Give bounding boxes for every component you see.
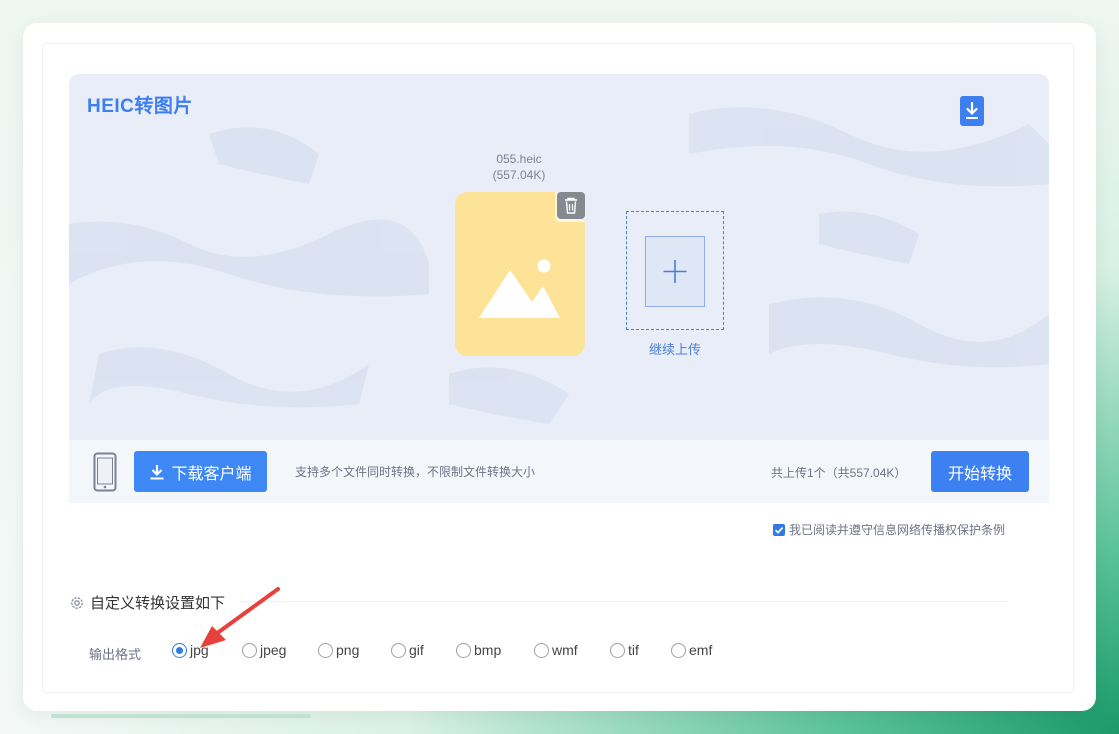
add-file-label[interactable]: 继续上传	[626, 339, 724, 358]
radio-jpg[interactable]	[172, 642, 187, 658]
radio-emf[interactable]	[671, 642, 686, 658]
phone-icon	[93, 452, 117, 492]
format-option-gif[interactable]: gif	[391, 642, 424, 658]
radio-png[interactable]	[318, 642, 333, 658]
add-file-button[interactable]	[626, 211, 724, 330]
download-icon	[150, 464, 164, 479]
agree-row: 我已阅读并遵守信息网络传播权保护条例	[773, 521, 1005, 538]
format-option-tif[interactable]: tif	[610, 642, 639, 658]
divider	[240, 601, 1007, 602]
action-bar: 下载客户端 支持多个文件同时转换，不限制文件转换大小 共上传1个（共557.04…	[69, 440, 1049, 503]
upload-area[interactable]: HEIC转图片 055.heic (557.04K) 继续上传	[69, 74, 1049, 440]
plus-icon	[663, 260, 687, 283]
file-name: 055.heic	[496, 152, 542, 166]
format-option-jpeg[interactable]: jpeg	[242, 642, 286, 658]
upload-count: 共上传1个（共557.04K）	[771, 466, 907, 480]
radio-tif[interactable]	[610, 642, 625, 658]
start-convert-button[interactable]: 开始转换	[931, 451, 1029, 492]
delete-file-button[interactable]	[557, 192, 585, 219]
check-icon	[774, 526, 784, 534]
format-option-emf[interactable]: emf	[671, 642, 712, 658]
trash-icon	[565, 197, 577, 214]
format-option-png[interactable]: png	[318, 642, 359, 658]
format-option-jpg[interactable]: jpg	[172, 642, 209, 658]
support-text: 支持多个文件同时转换，不限制文件转换大小	[295, 465, 536, 479]
agree-checkbox[interactable]	[773, 523, 785, 536]
format-option-wmf[interactable]: wmf	[534, 642, 578, 658]
radio-jpeg[interactable]	[242, 642, 257, 658]
add-file-inner	[645, 236, 705, 307]
radio-wmf[interactable]	[534, 642, 549, 658]
file-label: 055.heic (557.04K)	[469, 151, 569, 183]
horizontal-scrollbar[interactable]	[51, 714, 311, 718]
format-option-bmp[interactable]: bmp	[456, 642, 501, 658]
tool-title: HEIC转图片	[87, 96, 193, 117]
settings-header: 自定义转换设置如下	[69, 592, 225, 613]
download-corner-button[interactable]	[960, 96, 984, 126]
format-label: 输出格式	[89, 647, 142, 662]
gear-icon	[71, 596, 83, 609]
radio-gif[interactable]	[391, 642, 406, 658]
download-client-button[interactable]: 下载客户端	[134, 451, 267, 492]
agree-text[interactable]: 我已阅读并遵守信息网络传播权保护条例	[789, 521, 1005, 538]
file-size: (557.04K)	[492, 168, 546, 182]
download-icon	[966, 101, 978, 119]
download-client-label: 下载客户端	[171, 465, 252, 483]
radio-bmp[interactable]	[456, 642, 471, 658]
settings-title: 自定义转换设置如下	[90, 595, 226, 612]
